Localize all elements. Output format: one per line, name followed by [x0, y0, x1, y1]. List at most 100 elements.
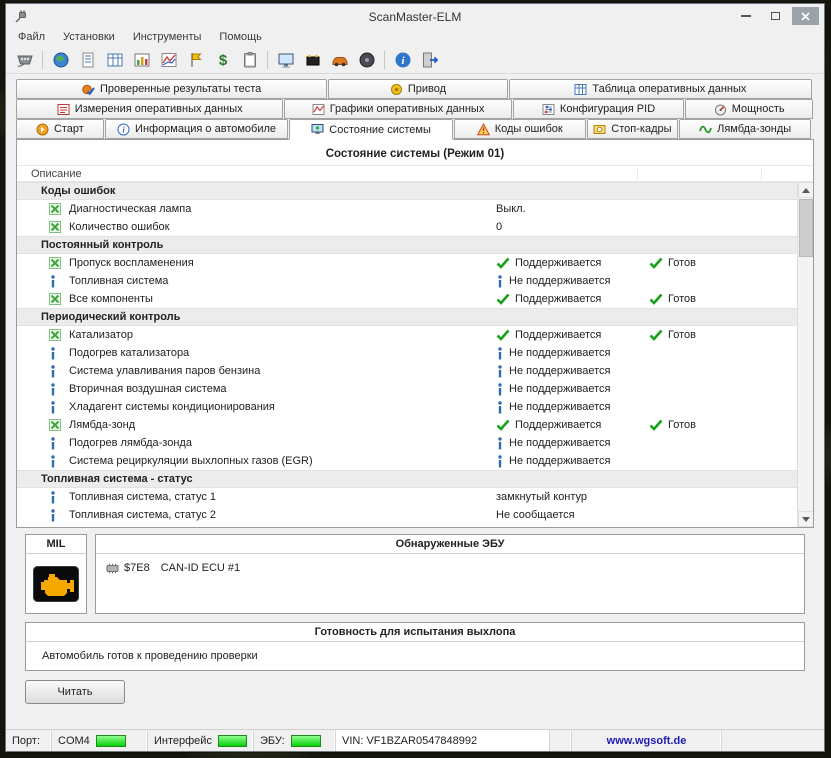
supported-icon [49, 203, 69, 215]
wgsoft-link[interactable]: www.wgsoft.de [572, 730, 722, 751]
tab-live-graphs[interactable]: Графики оперативных данных [284, 99, 512, 119]
vehicle-icon[interactable] [327, 48, 352, 71]
lambda-icon [699, 123, 712, 136]
menu-settings[interactable]: Установки [63, 31, 115, 43]
status-row[interactable]: Топливная система, статус 2 Не сообщается [17, 506, 797, 524]
monitor-icon[interactable] [273, 48, 298, 71]
status-row[interactable]: Вторичная воздушная система Не поддержива… [17, 380, 797, 398]
status-row[interactable]: Подогрев катализатора Не поддерживается [17, 344, 797, 362]
status-row[interactable]: Хладагент системы кондиционирования Не по… [17, 398, 797, 416]
tab-live-measurements[interactable]: Измерения оперативных данных [16, 99, 284, 119]
tab-freeze-frames[interactable]: Стоп-кадры [586, 119, 679, 139]
ecu-entry[interactable]: $7E8 CAN-ID ECU #1 [96, 554, 804, 574]
tab-label: Информация о автомобиле [135, 123, 277, 135]
tab-live-data-table[interactable]: Таблица оперативных данных [508, 79, 812, 99]
status-text: Не поддерживается [509, 401, 611, 413]
currency-icon[interactable]: $ [210, 48, 235, 71]
tab-power[interactable]: Мощность [685, 99, 813, 119]
tab-vehicle-info[interactable]: i Информация о автомобиле [104, 119, 289, 139]
readiness-value: Готов [649, 419, 797, 431]
scroll-down-button[interactable] [797, 511, 813, 527]
obd-connector-icon[interactable] [12, 48, 37, 71]
tab-pid-config[interactable]: Конфигурация PID [512, 99, 685, 119]
system-status-panel: Состояние системы (Режим 01) Описание Ко… [16, 139, 814, 528]
menu-tools[interactable]: Инструменты [133, 31, 202, 43]
status-text: Не поддерживается [509, 437, 611, 449]
status-row[interactable]: Количество ошибок 0 [17, 218, 797, 236]
status-text: Выкл. [496, 203, 526, 215]
tab-test-results[interactable]: Проверенные результаты теста [16, 79, 328, 99]
status-row[interactable]: Катализатор Поддерживается Готов [17, 326, 797, 344]
status-row[interactable]: Пропуск воспламенения Поддерживается Готов [17, 254, 797, 272]
status-row[interactable]: Лямбда-зонд Поддерживается Готов [17, 416, 797, 434]
graph-icon[interactable] [156, 48, 181, 71]
check-icon [649, 257, 663, 269]
supported-icon [49, 293, 69, 305]
tab-lambda-sensors[interactable]: Лямбда-зонды [679, 119, 811, 139]
status-description: Хладагент системы кондиционирования [69, 401, 275, 413]
tab-strip: Проверенные результаты теста Привод Табл… [6, 74, 824, 140]
status-value: Не поддерживается [496, 364, 649, 378]
status-description: Пропуск воспламенения [69, 257, 194, 269]
close-button[interactable] [792, 7, 819, 25]
flag-icon[interactable] [183, 48, 208, 71]
clipboard-icon[interactable] [237, 48, 262, 71]
power-icon [714, 103, 727, 116]
tab-start[interactable]: Старт [16, 119, 104, 139]
info-icon [496, 436, 504, 450]
toolbar-separator [267, 50, 268, 69]
globe-icon[interactable] [48, 48, 73, 71]
tab-system-status[interactable]: Состояние системы [289, 119, 453, 140]
title-bar[interactable]: ScanMaster-ELM [6, 4, 824, 29]
status-row[interactable]: Система рециркуляции выхлопных газов (EG… [17, 452, 797, 470]
exit-icon[interactable] [417, 48, 442, 71]
menu-file[interactable]: Файл [18, 31, 45, 43]
status-row[interactable]: Топливная система, статус 1 замкнутый кон… [17, 488, 797, 506]
section-header-row: Периодический контроль [17, 308, 797, 326]
info-icon[interactable]: i [390, 48, 415, 71]
column-header[interactable]: Описание [17, 165, 813, 182]
maximize-icon [771, 12, 780, 20]
status-text: Не поддерживается [509, 275, 611, 287]
vertical-scrollbar[interactable] [797, 182, 813, 527]
arrow-up-icon [801, 187, 810, 193]
tab-drive[interactable]: Привод [328, 79, 508, 99]
status-row[interactable]: Диагностическая лампа Выкл. [17, 200, 797, 218]
interface-label: Интерфейс [154, 734, 212, 747]
status-row[interactable]: Подогрев лямбда-зонда Не поддерживается [17, 434, 797, 452]
maximize-button[interactable] [762, 7, 789, 25]
minimize-icon [740, 15, 751, 17]
minimize-button[interactable] [732, 7, 759, 25]
chart-table-icon[interactable] [129, 48, 154, 71]
status-row[interactable]: Все компоненты Поддерживается Готов [17, 290, 797, 308]
status-text: Не поддерживается [509, 383, 611, 395]
toolbar: $ i [6, 47, 824, 74]
tab-trouble-codes[interactable]: Коды ошибок [453, 119, 586, 139]
status-row[interactable]: Топливная система Не поддерживается [17, 272, 797, 290]
menu-help[interactable]: Помощь [219, 31, 262, 43]
status-row[interactable]: Система улавливания паров бензина Не подд… [17, 362, 797, 380]
report-icon[interactable] [75, 48, 100, 71]
status-description: Подогрев лямбда-зонда [69, 437, 192, 449]
info-icon [49, 400, 69, 414]
status-description: Диагностическая лампа [69, 203, 192, 215]
scroll-thumb[interactable] [798, 199, 813, 257]
status-value: Не поддерживается [496, 346, 649, 360]
tab-label: Проверенные результаты теста [99, 83, 262, 95]
supported-icon [49, 221, 69, 233]
ecu-icon [106, 563, 119, 573]
battery-icon[interactable] [300, 48, 325, 71]
status-value: Выкл. [496, 203, 649, 215]
scroll-up-button[interactable] [797, 182, 813, 198]
status-text: Поддерживается [515, 419, 602, 431]
data-table-icon[interactable] [102, 48, 127, 71]
status-description: Количество ошибок [69, 221, 170, 233]
disc-icon[interactable] [354, 48, 379, 71]
tab-label: Лямбда-зонды [717, 123, 792, 135]
read-button[interactable]: Читать [25, 680, 125, 704]
column-separator [761, 168, 762, 179]
status-description: Катализатор [69, 329, 133, 341]
app-window: ScanMaster-ELM Файл Установки Инструмент… [5, 3, 825, 752]
status-description: Топливная система [69, 275, 169, 287]
info-icon [49, 508, 69, 522]
